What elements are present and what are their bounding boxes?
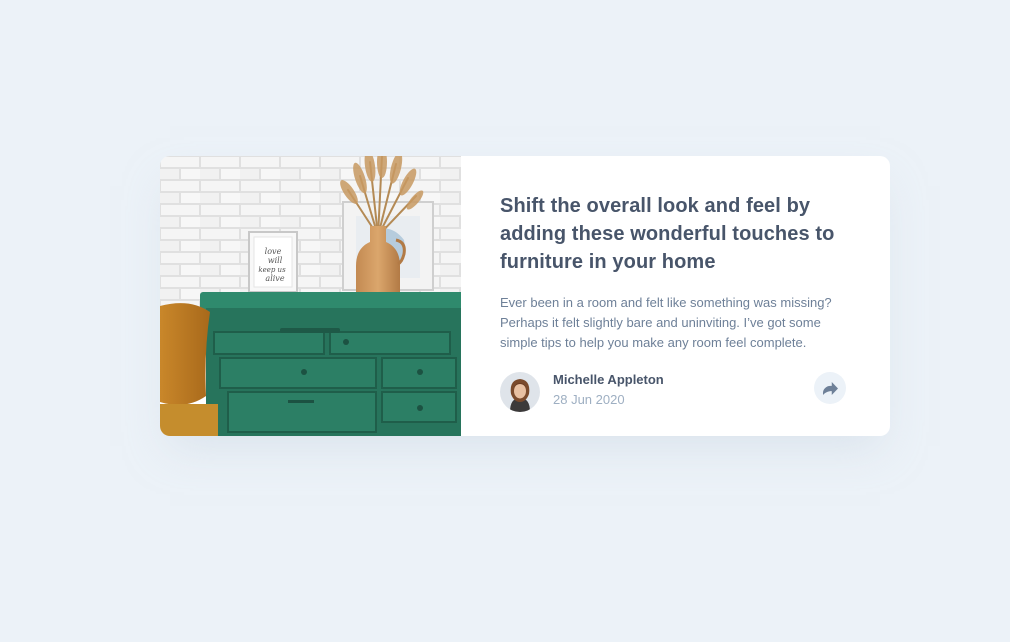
author-meta: Michelle Appleton 28 Jun 2020 [553, 372, 664, 410]
author-info: Michelle Appleton 28 Jun 2020 [500, 372, 664, 412]
dresser [200, 292, 461, 436]
article-excerpt: Ever been in a room and felt like someth… [500, 295, 832, 350]
article-image: love will keep us alive [160, 156, 461, 436]
share-icon [822, 381, 838, 395]
frame-script-text: love [265, 247, 282, 256]
svg-text:will: will [268, 256, 283, 265]
small-picture-frame: love will keep us alive [248, 231, 298, 293]
share-button[interactable] [814, 372, 846, 404]
article-title[interactable]: Shift the overall look and feel by addin… [500, 192, 850, 276]
author-name: Michelle Appleton [553, 372, 664, 387]
avatar [500, 372, 540, 412]
article-card: love will keep us alive Shift the overal… [160, 156, 890, 436]
publish-date: 28 Jun 2020 [553, 392, 625, 407]
article-content: Shift the overall look and feel by addin… [461, 156, 890, 436]
svg-text:alive: alive [265, 274, 284, 283]
svg-text:keep us: keep us [258, 266, 286, 274]
